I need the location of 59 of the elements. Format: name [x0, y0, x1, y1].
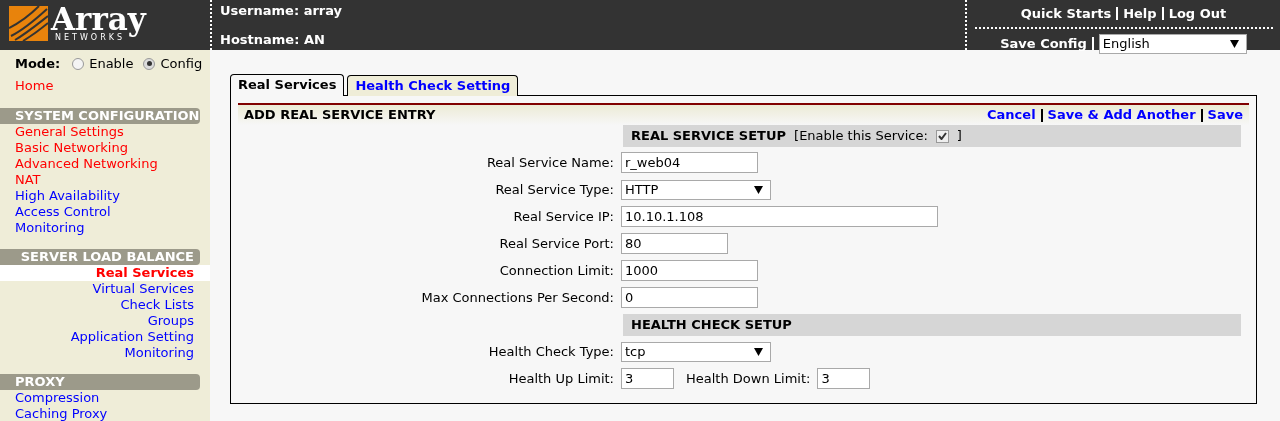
mode-label: Enable	[89, 55, 134, 73]
sidebar-link[interactable]: Caching Proxy	[0, 406, 210, 421]
input-field[interactable]: 10.10.1.108	[621, 206, 938, 227]
mode-label: Config	[160, 55, 203, 73]
action-link[interactable]: Save & Add Another	[1047, 105, 1196, 125]
section-header: PROXY	[0, 374, 200, 390]
username-text: Username: array	[220, 2, 344, 20]
input-field[interactable]: 80	[621, 233, 728, 254]
field-label: Connection Limit:	[498, 261, 614, 280]
sidebar-link[interactable]: Virtual Services	[0, 281, 210, 297]
input-field[interactable]: r_web04	[621, 152, 758, 173]
health-type-select[interactable]: tcp	[621, 341, 771, 362]
enable-checkbox[interactable]	[935, 129, 949, 143]
enable-label: [Enable this Service:	[794, 127, 928, 146]
sidebar-link[interactable]: Groups	[0, 313, 210, 329]
field-label: Real Service Name:	[485, 153, 614, 172]
entry-title: ADD REAL SERVICE ENTRY	[244, 106, 436, 125]
sidebar-link[interactable]: Monitoring	[0, 345, 210, 361]
tab[interactable]: Real Services	[230, 74, 345, 96]
input-field[interactable]: 3	[621, 368, 674, 389]
sidebar-link[interactable]: Check Lists	[0, 297, 210, 313]
field-label: Real Service Type:	[494, 180, 614, 199]
bracket-text: ]	[956, 127, 962, 146]
tab[interactable]: Health Check Setting	[347, 75, 519, 96]
input-field[interactable]: 0	[621, 287, 758, 308]
input-field[interactable]: 3	[817, 368, 871, 389]
dropdown-arrow-icon	[1229, 39, 1239, 48]
input-field[interactable]: 1000	[621, 260, 758, 281]
save-config-link[interactable]: Save Config	[1000, 33, 1087, 54]
sidebar-link[interactable]: Real Services	[0, 265, 210, 281]
header-link[interactable]: Quick Starts	[1020, 4, 1112, 24]
field-label: Health Down Limit:	[686, 369, 811, 388]
field-label: Health Check Type:	[487, 342, 614, 361]
dropdown-arrow-icon	[754, 185, 763, 194]
dropdown-arrow-icon	[754, 347, 763, 356]
sidebar-link[interactable]: Application Setting	[0, 329, 210, 345]
logo-icon	[9, 5, 48, 41]
section-header: SERVER LOAD BALANCE	[0, 249, 200, 265]
hostname-text: Hostname: AN	[220, 30, 326, 49]
sidebar-link[interactable]: Compression	[0, 390, 210, 406]
sidebar-link[interactable]: Access Control	[0, 204, 210, 220]
service-type-select[interactable]: HTTP	[621, 179, 771, 200]
field-label: Max Connections Per Second:	[420, 288, 614, 307]
section-header: SYSTEM CONFIGURATION	[0, 108, 200, 124]
language-select[interactable]: English	[1098, 33, 1247, 54]
mode-radio[interactable]	[143, 57, 156, 70]
health-title: HEALTH CHECK SETUP	[631, 316, 792, 335]
field-label: Real Service IP:	[512, 207, 614, 226]
header-link[interactable]: Help	[1123, 4, 1157, 24]
mode-label: Mode:	[15, 55, 61, 73]
sidebar-link[interactable]: Monitoring	[0, 220, 210, 236]
mode-radio[interactable]	[72, 57, 85, 70]
sidebar-link[interactable]: High Availability	[0, 188, 210, 204]
setup-title: REAL SERVICE SETUP	[631, 127, 787, 146]
field-label: Real Service Port:	[498, 234, 614, 253]
action-link[interactable]: Save	[1207, 105, 1243, 125]
action-link[interactable]: Cancel	[987, 105, 1036, 125]
field-label: Health Up Limit:	[507, 369, 614, 388]
header-link[interactable]: Log Out	[1168, 4, 1227, 24]
